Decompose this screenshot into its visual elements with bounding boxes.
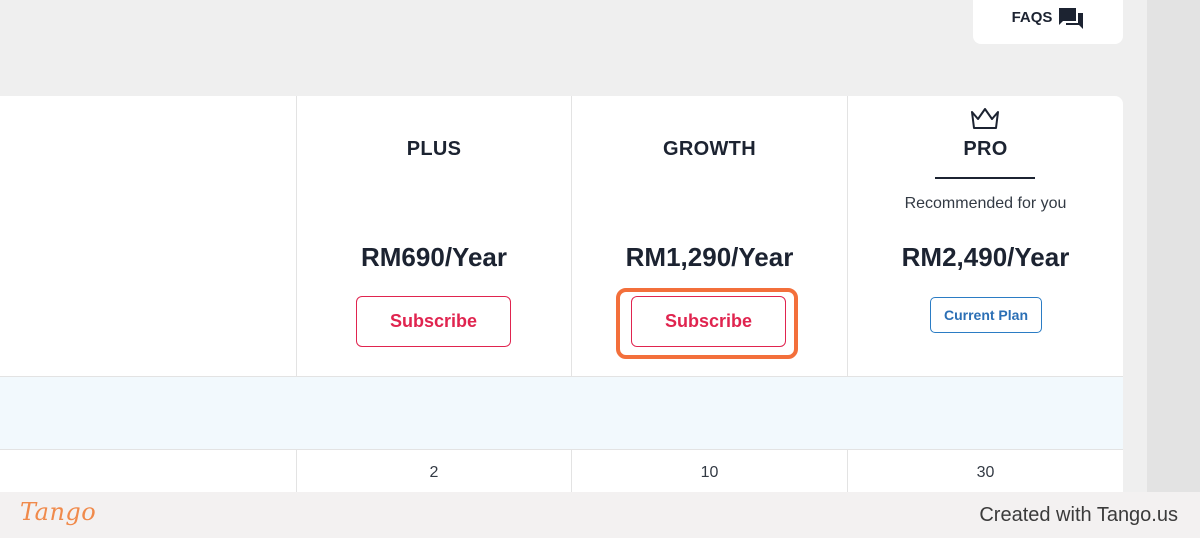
plan-price: RM1,290/Year — [625, 242, 794, 272]
plan-column-plus: PLUS RM690/Year Subscribe — [297, 96, 571, 376]
plan-column-growth: GROWTH RM1,290/Year Subscribe — [572, 96, 847, 376]
tango-logo: Tango — [20, 498, 97, 526]
plan-name: PLUS — [406, 138, 462, 160]
footer: Tango Created with Tango.us — [0, 492, 1200, 538]
plan-price: RM2,490/Year — [901, 242, 1070, 272]
table-cell: 10 — [700, 464, 719, 481]
subscribe-button-growth[interactable]: Subscribe — [631, 296, 786, 347]
recommended-underline — [935, 177, 1035, 179]
footer-credit: Created with Tango.us — [979, 504, 1178, 526]
section-header-row — [0, 376, 1123, 450]
scrollbar-track[interactable] — [1147, 0, 1200, 492]
chat-bubbles-icon — [1059, 8, 1084, 29]
faqs-label: FAQS — [1011, 9, 1053, 26]
plan-name: GROWTH — [663, 138, 756, 160]
plan-column-pro: PRO Recommended for you RM2,490/Year Cur… — [848, 96, 1123, 376]
recommended-label: Recommended for you — [904, 195, 1067, 212]
current-plan-button[interactable]: Current Plan — [930, 297, 1042, 333]
plan-comparison-table: PLUS RM690/Year Subscribe GROWTH RM1,290… — [0, 96, 1123, 492]
crown-icon — [971, 108, 999, 129]
faqs-button[interactable]: FAQS — [973, 0, 1123, 44]
subscribe-button-plus[interactable]: Subscribe — [356, 296, 511, 347]
plan-name: PRO — [963, 138, 1008, 160]
table-cell: 2 — [429, 464, 439, 481]
table-cell: 30 — [976, 464, 995, 481]
plan-price: RM690/Year — [361, 242, 507, 272]
